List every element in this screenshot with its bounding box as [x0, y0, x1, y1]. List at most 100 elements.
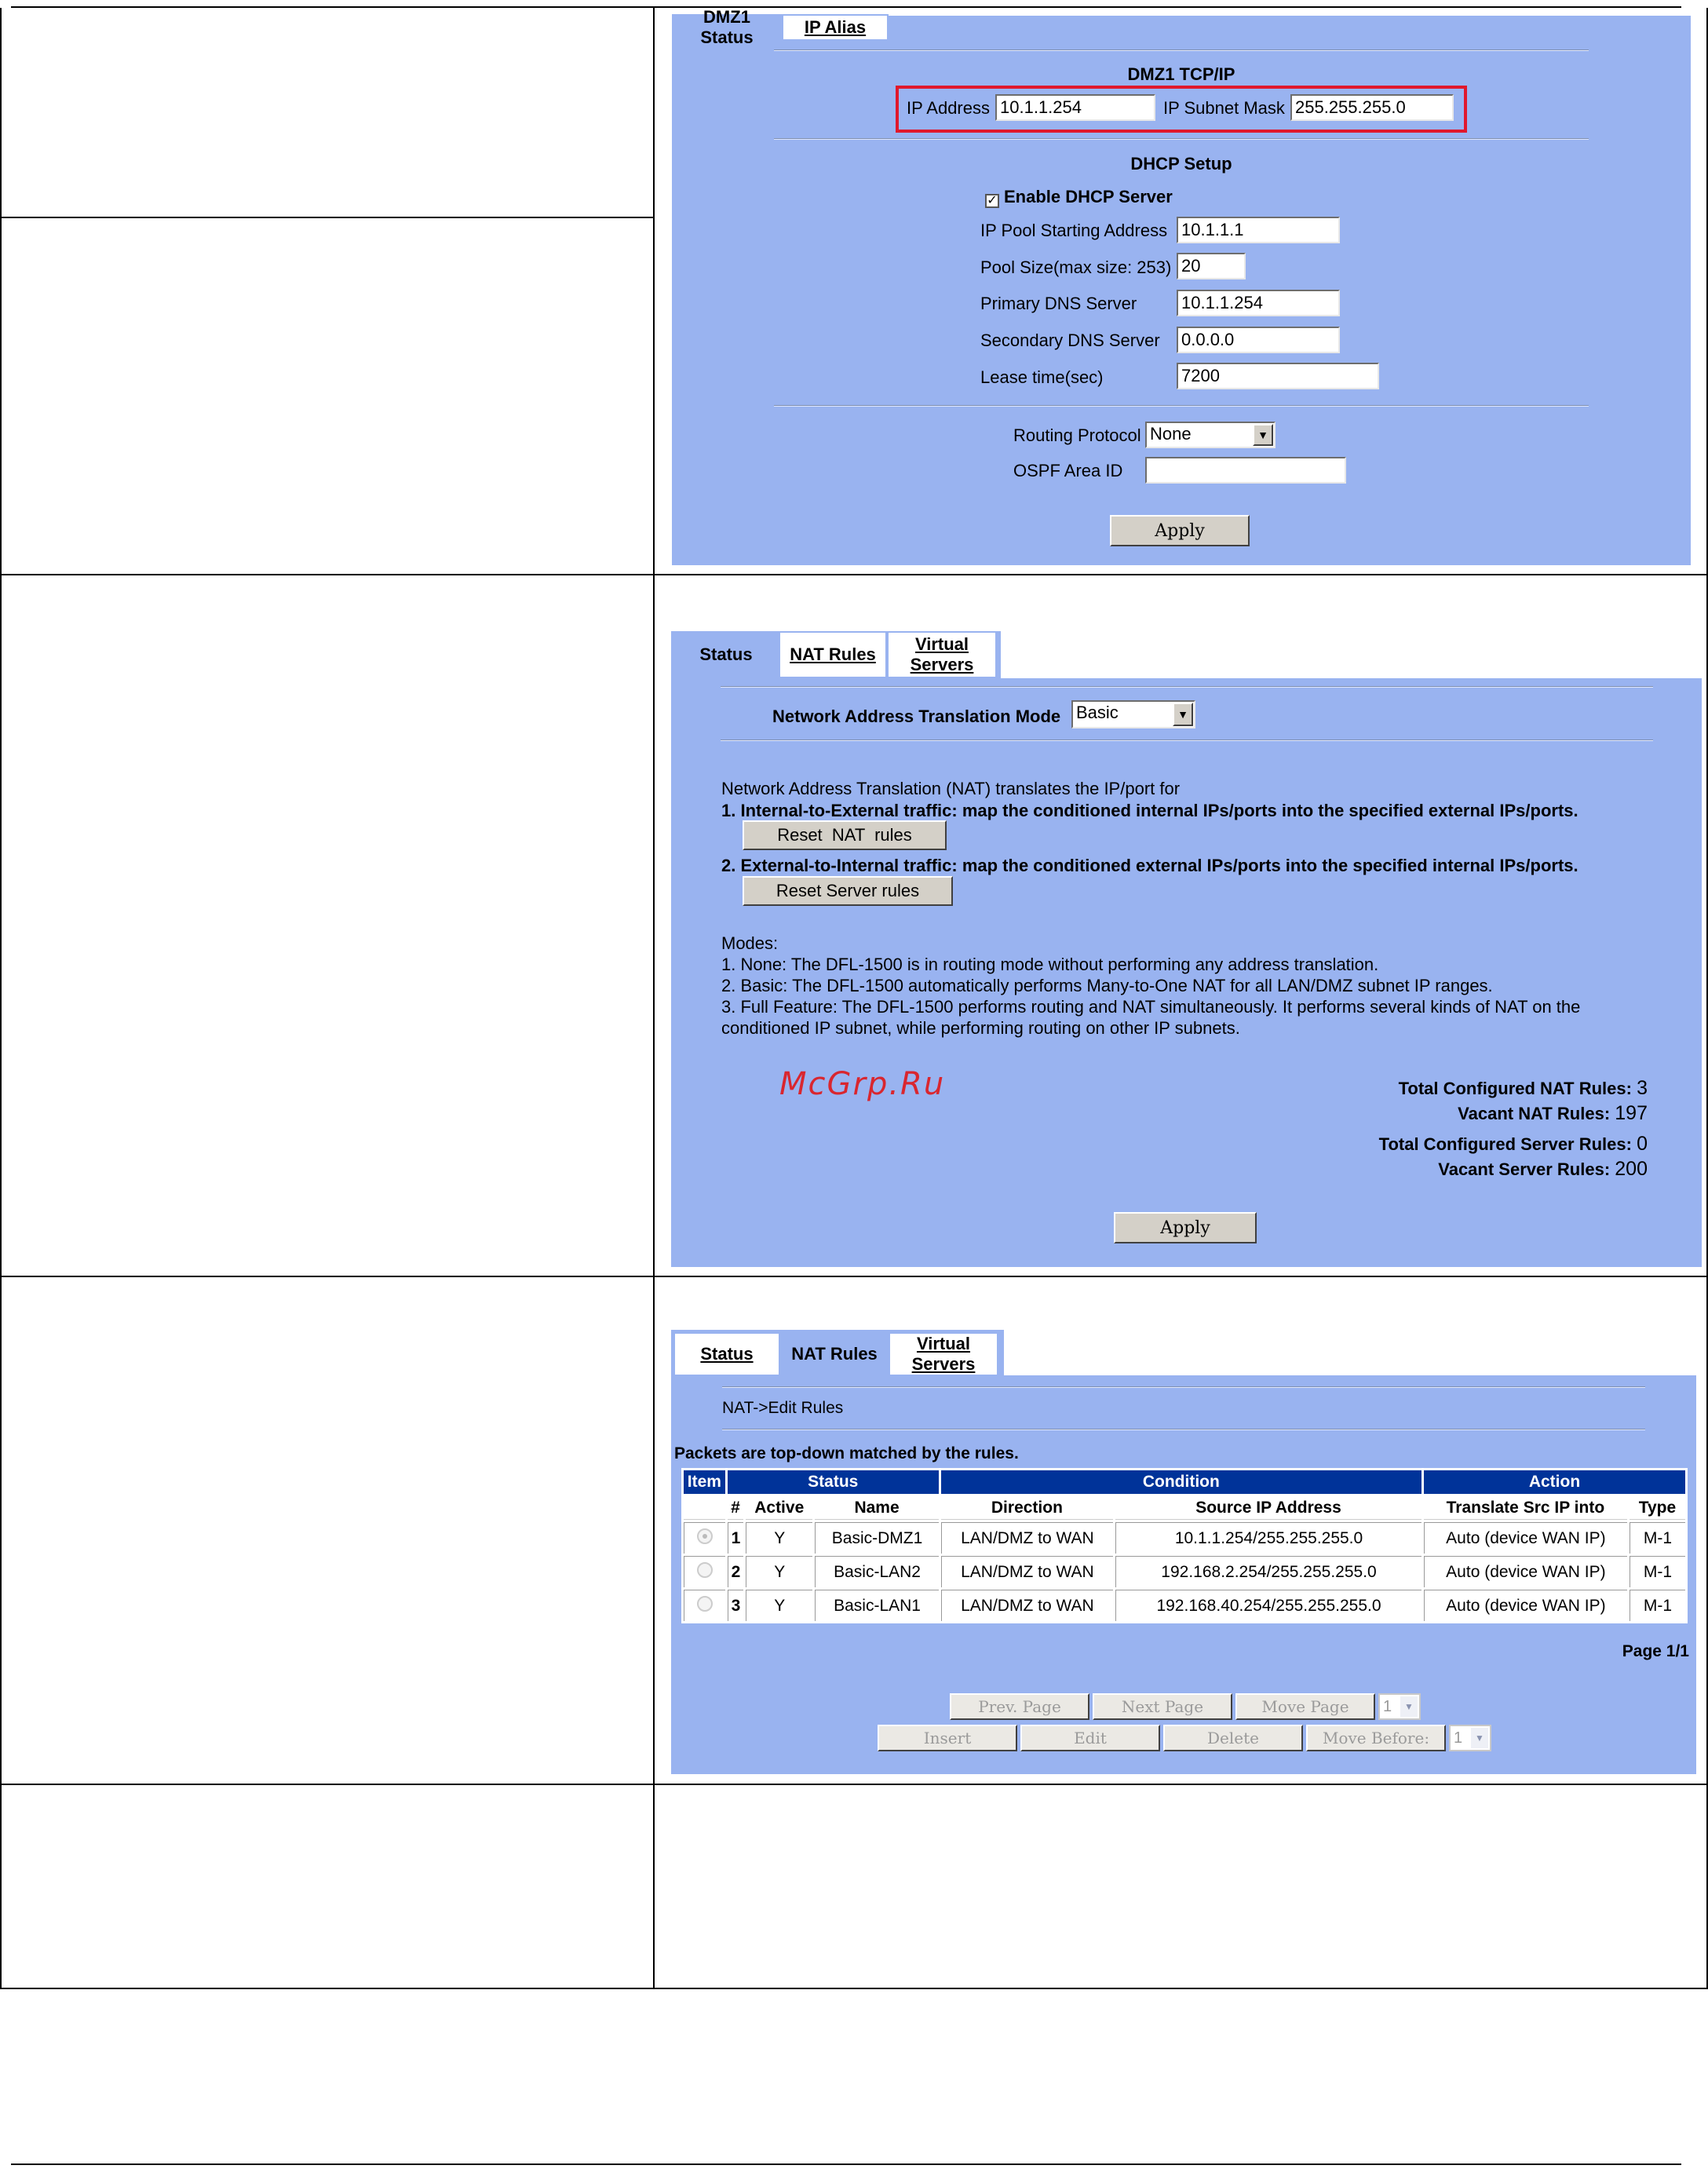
radio-button[interactable] [696, 1561, 713, 1578]
insert-button[interactable]: Insert [878, 1725, 1017, 1751]
next-page-button[interactable]: Next Page [1093, 1693, 1232, 1720]
row-name: Basic-LAN2 [815, 1556, 939, 1587]
row-translate: Auto (device WAN IP) [1423, 1522, 1627, 1554]
secondary-dns-field[interactable]: 0.0.0.0 [1177, 327, 1340, 353]
watermark: McGrp.Ru [779, 1066, 946, 1102]
table-row[interactable]: 3 Y Basic-LAN1 LAN/DMZ to WAN 192.168.40… [684, 1590, 1685, 1621]
pool-start-label: IP Pool Starting Address [980, 221, 1168, 240]
grid-line [0, 217, 655, 218]
total-server-rules-label: Total Configured Server Rules: [1378, 1134, 1632, 1154]
ospf-area-field[interactable] [1145, 457, 1346, 484]
col-direction: Direction [940, 1496, 1114, 1520]
prev-page-button[interactable]: Prev. Page [950, 1693, 1089, 1720]
row-type: M-1 [1629, 1522, 1685, 1554]
ip-address-field[interactable]: 10.1.1.254 [995, 94, 1155, 121]
table-row[interactable]: 2 Y Basic-LAN2 LAN/DMZ to WAN 192.168.2.… [684, 1556, 1685, 1587]
move-page-button[interactable]: Move Page [1235, 1693, 1375, 1720]
total-nat-rules-label: Total Configured NAT Rules: [1398, 1079, 1632, 1098]
nat-apply-button[interactable]: Apply [1114, 1212, 1257, 1243]
group-condition: Condition [940, 1470, 1422, 1494]
breadcrumb: NAT->Edit Rules [722, 1399, 844, 1417]
table-row[interactable]: 1 Y Basic-DMZ1 LAN/DMZ to WAN 10.1.1.254… [684, 1522, 1685, 1554]
chevron-down-icon[interactable]: ▼ [1173, 703, 1193, 726]
chevron-down-icon[interactable]: ▼ [1400, 1696, 1418, 1717]
chevron-down-icon[interactable]: ▼ [1471, 1728, 1488, 1748]
routing-protocol-value: None [1150, 424, 1192, 444]
reset-server-rules-button[interactable]: Reset Server rules [743, 876, 953, 906]
row-source-ip: 192.168.40.254/255.255.255.0 [1115, 1590, 1422, 1621]
tab-status[interactable]: Status [673, 631, 779, 678]
move-page-select[interactable]: 1 ▼ [1378, 1693, 1421, 1720]
grid-line [0, 574, 1708, 575]
tab-status[interactable]: Status [673, 1332, 780, 1376]
lease-time-field[interactable]: 7200 [1177, 363, 1379, 389]
col-translate: Translate Src IP into [1423, 1496, 1627, 1520]
row-active: Y [746, 1556, 813, 1587]
pool-size-label: Pool Size(max size: 253) [980, 257, 1172, 277]
grid-line [0, 1276, 1708, 1277]
radio-button[interactable] [696, 1528, 713, 1544]
enable-dhcp[interactable]: ✓ Enable DHCP Server [985, 187, 1173, 208]
primary-dns-field[interactable]: 10.1.1.254 [1177, 290, 1340, 316]
row-select[interactable] [684, 1590, 725, 1621]
nat-item-2: 2. External-to-Internal traffic: map the… [721, 856, 1578, 875]
delete-button[interactable]: Delete [1163, 1725, 1303, 1751]
tab-nat-rules[interactable]: NAT Rules [780, 1332, 889, 1376]
row-active: Y [746, 1590, 813, 1621]
enable-dhcp-label: Enable DHCP Server [1004, 187, 1173, 206]
grid-line [653, 8, 655, 1989]
tab-status-label: Status [700, 1344, 754, 1364]
radio-button[interactable] [696, 1595, 713, 1612]
tab-ip-alias[interactable]: IP Alias [782, 14, 889, 41]
edit-button[interactable]: Edit [1020, 1725, 1160, 1751]
separator [774, 138, 1589, 140]
tab-dmz1-status[interactable]: DMZ1 Status [672, 7, 782, 47]
reset-nat-rules-button[interactable]: Reset NAT rules [743, 820, 947, 850]
chevron-down-icon[interactable]: ▼ [1253, 424, 1273, 446]
move-before-button[interactable]: Move Before: [1306, 1725, 1446, 1751]
tab-nat-rules[interactable]: NAT Rules [779, 631, 887, 678]
tab-virtual-servers[interactable]: Virtual Servers [887, 631, 997, 678]
nat-mode-select[interactable]: Basic ▼ [1071, 700, 1195, 728]
move-before-select-value: 1 [1454, 1729, 1463, 1747]
mode-3b: conditioned IP subnet, while performing … [721, 1018, 1240, 1038]
row-source-ip: 192.168.2.254/255.255.255.0 [1115, 1556, 1422, 1587]
dmz-tabs: DMZ1 Status IP Alias [672, 7, 889, 47]
column-header-row: # Active Name Direction Source IP Addres… [684, 1496, 1685, 1520]
routing-protocol-select[interactable]: None ▼ [1145, 422, 1276, 448]
total-server-rules: Total Configured Server Rules: 0 [1379, 1133, 1648, 1156]
total-server-rules-value: 0 [1637, 1133, 1648, 1155]
move-page-select-value: 1 [1383, 1698, 1392, 1715]
vacant-nat-rules-label: Vacant NAT Rules: [1458, 1104, 1611, 1123]
mode-3a: 3. Full Feature: The DFL-1500 performs r… [721, 997, 1581, 1017]
subnet-mask-field[interactable]: 255.255.255.0 [1290, 94, 1454, 121]
rules-tabs: Status NAT Rules Virtual Servers [673, 1332, 998, 1376]
move-before-select[interactable]: 1 ▼ [1449, 1725, 1491, 1751]
total-nat-rules: Total Configured NAT Rules: 3 [1399, 1077, 1648, 1100]
pool-start-field[interactable]: 10.1.1.1 [1177, 217, 1340, 243]
group-action: Action [1423, 1470, 1685, 1494]
col-active: Active [746, 1496, 813, 1520]
col-type: Type [1629, 1496, 1685, 1520]
vacant-server-rules-label: Vacant Server Rules: [1438, 1159, 1611, 1179]
row-select[interactable] [684, 1522, 725, 1554]
row-active: Y [746, 1522, 813, 1554]
row-number: 2 [727, 1556, 744, 1587]
ip-address-label: IP Address [907, 98, 990, 118]
tab-virtual-servers[interactable]: Virtual Servers [889, 1332, 998, 1376]
mode-2: 2. Basic: The DFL-1500 automatically per… [721, 976, 1493, 995]
separator [722, 1386, 1645, 1388]
nat-tabs: Status NAT Rules Virtual Servers [673, 631, 997, 678]
tab-nat-rules-label: NAT Rules [790, 644, 876, 664]
separator [721, 739, 1653, 741]
enable-dhcp-checkbox[interactable]: ✓ [985, 194, 999, 208]
group-item: Item [684, 1470, 725, 1494]
row-select[interactable] [684, 1556, 725, 1587]
modes-title: Modes: [721, 933, 779, 953]
row-type: M-1 [1629, 1590, 1685, 1621]
pool-size-field[interactable]: 20 [1177, 253, 1246, 279]
row-name: Basic-DMZ1 [815, 1522, 939, 1554]
match-note: Packets are top-down matched by the rule… [674, 1444, 1019, 1462]
dmz-apply-button[interactable]: Apply [1110, 515, 1250, 546]
page-indicator: Page 1/1 [1622, 1642, 1689, 1660]
